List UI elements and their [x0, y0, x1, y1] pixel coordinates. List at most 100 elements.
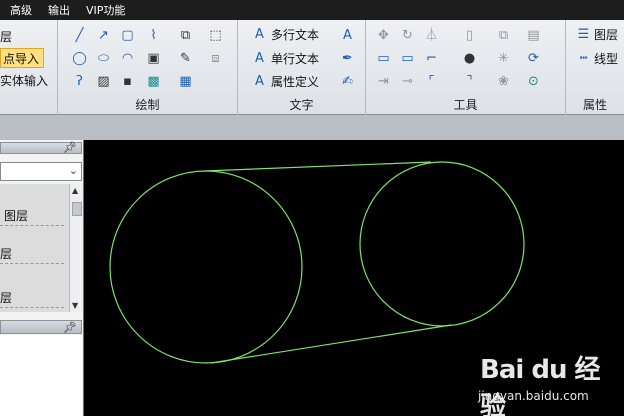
ribbon-group-properties: ☰ 图层 ┅ 线型 属性	[566, 20, 624, 115]
attr-define-label: 属性定义	[271, 75, 320, 89]
offset-icon[interactable]: ▯	[462, 28, 477, 43]
small-circle[interactable]	[359, 161, 525, 327]
scale-icon[interactable]: ▭	[400, 51, 415, 66]
properties-icon[interactable]: ▤	[526, 28, 541, 43]
entity-input-label: 实体输入	[0, 74, 49, 88]
multiline-text-button[interactable]: A 多行文本	[252, 26, 319, 43]
entity-input-button[interactable]: 实体输入	[0, 72, 48, 89]
list-item[interactable]: 层	[0, 286, 64, 308]
block-icon[interactable]: ▣	[146, 51, 161, 66]
mirror-icon[interactable]: ⏃	[424, 28, 439, 43]
copy-object-icon[interactable]: ⧉	[178, 28, 193, 43]
rotate-icon[interactable]: ↻	[400, 28, 415, 43]
multiline-text-icon: A	[255, 27, 264, 42]
fillet-icon[interactable]: ⌜	[424, 74, 439, 89]
group-icon[interactable]: ⧈	[208, 51, 223, 66]
layer-scrollbar[interactable]: ▲ ▼	[69, 184, 83, 312]
spline-icon[interactable]: ⌇	[146, 28, 161, 43]
watermark-logo: Bai du 经验	[480, 355, 601, 416]
attr-define-button[interactable]: A 属性定义	[252, 73, 319, 90]
layer-partial-label: 层	[0, 30, 13, 44]
pin-icon[interactable]: 📌︎	[63, 141, 77, 154]
curve-icon[interactable]: ʔ	[72, 74, 87, 89]
text-group-label: 文字	[289, 98, 314, 112]
layer-partial-button[interactable]: 层	[0, 28, 12, 45]
ribbon-group-import: 层 点导入 实体输入	[0, 20, 58, 115]
table-icon[interactable]: ▦	[178, 74, 193, 89]
scroll-thumb[interactable]	[72, 202, 82, 216]
array-icon[interactable]: ⧉	[496, 28, 511, 43]
circle-icon[interactable]: ◯	[72, 51, 87, 66]
panel-header-2: 📌︎	[0, 320, 82, 334]
extend-icon[interactable]: ⇥	[376, 74, 391, 89]
scroll-down-icon[interactable]: ▼	[72, 301, 78, 310]
menu-bar: 高级 输出 VIP功能	[0, 0, 624, 20]
move-icon[interactable]: ✥	[376, 28, 391, 43]
layer-row-label: 层	[0, 291, 13, 305]
pin-icon[interactable]: 📌︎	[63, 321, 77, 334]
join-icon[interactable]: ❀	[496, 74, 511, 89]
explode-icon[interactable]: ✳	[496, 51, 511, 66]
line-icon[interactable]: ╱	[72, 28, 87, 43]
scroll-up-icon[interactable]: ▲	[72, 186, 78, 195]
layer-list: 图层 层 层	[0, 184, 80, 312]
draw-group-label: 绘制	[135, 98, 160, 112]
layer-combo[interactable]: ⌄	[0, 162, 82, 181]
polyline-icon[interactable]: ↗	[96, 28, 111, 43]
attr-define-icon: A	[255, 74, 264, 89]
layer-label: 图层	[594, 28, 619, 42]
ribbon-group-text: A 多行文本 A 单行文本 A 属性定义 A ✒ ✍ 文字	[238, 20, 366, 115]
region-icon[interactable]: ⬚	[208, 28, 223, 43]
chevron-down-icon[interactable]: ⌄	[69, 164, 78, 177]
linetype-label: 线型	[594, 52, 619, 66]
belt-top-line[interactable]	[203, 161, 432, 172]
menu-advanced[interactable]: 高级	[0, 2, 40, 18]
belt-bottom-line[interactable]	[210, 324, 452, 364]
ellipse-icon[interactable]: ⬭	[96, 51, 111, 66]
text-edit-icon[interactable]: ✒	[340, 51, 355, 66]
ribbon: 层 点导入 实体输入 ╱ ↗ ▢ ⌇ ⧉ ⬚ ◯ ⬭ ◠ ▣ ✎ ⧈ ʔ ▨ ▪…	[0, 20, 624, 115]
large-circle[interactable]	[109, 170, 303, 364]
baidu-watermark: Bai du 经验 jingyan.baidu.com	[470, 345, 620, 416]
hatch-icon[interactable]: ▨	[96, 74, 111, 89]
list-item[interactable]: 层	[0, 242, 64, 264]
layer-panel: 📌︎ ⌄ 图层 层 层 ▲ ▼ 📌︎	[0, 140, 84, 416]
brush-icon[interactable]: ✎	[178, 51, 193, 66]
list-item[interactable]: 图层	[0, 204, 64, 226]
toolbar-strip	[0, 115, 624, 140]
single-text-label: 单行文本	[271, 52, 320, 66]
measure-icon[interactable]: ⊙	[526, 74, 541, 89]
multiline-text-label: 多行文本	[271, 28, 320, 42]
trim-icon[interactable]: ⌐	[424, 51, 439, 66]
rectangle-icon[interactable]: ▢	[120, 28, 135, 43]
ribbon-group-draw: ╱ ↗ ▢ ⌇ ⧉ ⬚ ◯ ⬭ ◠ ▣ ✎ ⧈ ʔ ▨ ▪ ▩ ▦ 绘制	[58, 20, 238, 115]
color-icon[interactable]: ●	[462, 51, 477, 66]
point-icon[interactable]: ▪	[120, 74, 135, 89]
linetype-button[interactable]: ┅ 线型	[576, 50, 618, 67]
menu-vip[interactable]: VIP功能	[78, 2, 133, 18]
menu-output[interactable]: 输出	[40, 2, 78, 18]
properties-panel	[0, 335, 82, 416]
refresh-icon[interactable]: ⟳	[526, 51, 541, 66]
panel-header: 📌︎	[0, 141, 82, 154]
layer-button[interactable]: ☰ 图层	[576, 26, 618, 43]
stretch-icon[interactable]: ▭	[376, 51, 391, 66]
single-text-icon: A	[255, 51, 264, 66]
watermark-url: jingyan.baidu.com	[478, 389, 589, 403]
ribbon-group-tools: ✥ ↻ ⏃ ▯ ⧉ ▤ ▭ ▭ ⌐ ● ✳ ⟳ ⇥ ⊸ ⌜ ⌝ ❀ ⊙ 工具	[366, 20, 566, 115]
arc-icon[interactable]: ◠	[120, 51, 135, 66]
text-check-icon[interactable]: ✍	[340, 74, 355, 89]
single-text-button[interactable]: A 单行文本	[252, 50, 319, 67]
image-icon[interactable]: ▩	[146, 74, 161, 89]
break-icon[interactable]: ⊸	[400, 74, 415, 89]
properties-group-label: 属性	[582, 98, 607, 112]
chamfer-icon[interactable]: ⌝	[462, 74, 477, 89]
tools-group-label: 工具	[453, 98, 478, 112]
layer-row-label: 图层	[4, 209, 29, 223]
layers-icon: ☰	[577, 27, 590, 42]
text-style-icon[interactable]: A	[340, 28, 355, 43]
linetype-icon: ┅	[579, 51, 588, 66]
point-import-button[interactable]: 点导入	[0, 48, 44, 68]
layer-row-label: 层	[0, 247, 13, 261]
point-import-label: 点导入	[3, 51, 40, 66]
